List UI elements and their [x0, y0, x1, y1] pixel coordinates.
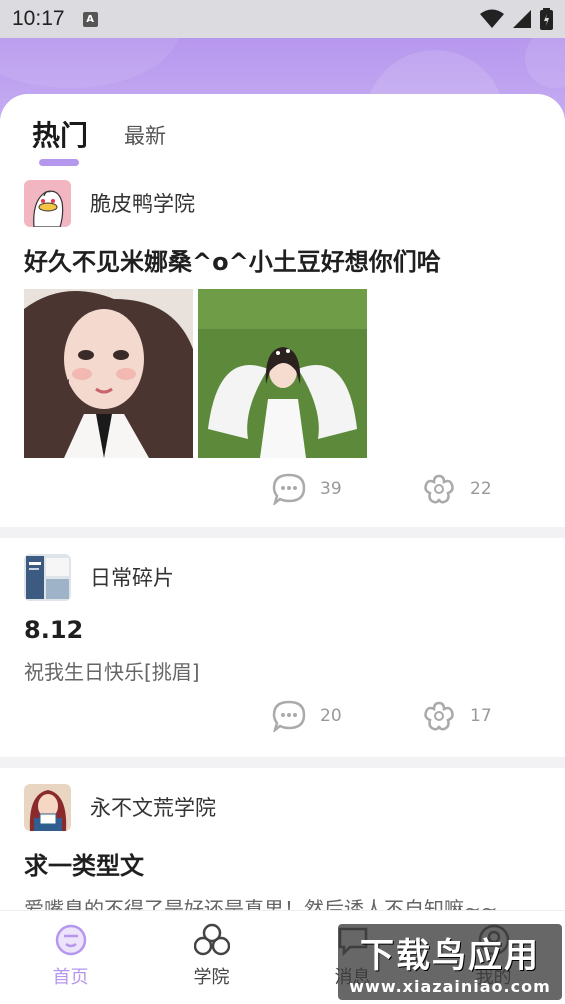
tab-latest-label: 最新: [124, 124, 167, 148]
comment-icon: [272, 700, 306, 732]
watermark-logo: 下载鸟应用 www.xiazainiao.com: [338, 924, 562, 1000]
post-card[interactable]: 日常碎片 8.12 祝我生日快乐[挑眉] 20 17: [0, 538, 565, 757]
post-divider: [0, 527, 565, 538]
like-button[interactable]: 22: [422, 473, 492, 505]
post-title: 求一类型文: [24, 852, 144, 880]
feed-tabs: 热门 最新: [0, 94, 565, 172]
like-count: 22: [470, 479, 492, 499]
author-name: 脆皮鸭学院: [90, 192, 195, 216]
watermark-title: 下载鸟应用: [360, 936, 540, 976]
comment-icon: [272, 473, 306, 505]
duck-avatar-icon: [24, 179, 71, 227]
tab-active-indicator: [39, 159, 79, 166]
cellular-signal-icon: [513, 10, 531, 28]
comment-count: 20: [320, 706, 342, 726]
post-actions: 20 17: [24, 685, 541, 747]
portrait-photo: [24, 289, 193, 458]
like-count: 17: [470, 706, 492, 726]
post-divider: [0, 757, 565, 768]
post-title: 好久不见米娜桑^o^小土豆好想你们哈: [24, 248, 441, 276]
notification-badge-icon: A: [82, 11, 98, 27]
post-title: 8.12: [24, 616, 84, 644]
post-actions: 39 22: [24, 458, 541, 520]
post-image[interactable]: [24, 289, 193, 458]
post-card[interactable]: 永不文荒学院 求一类型文 爱嘴臭的不得了是好还是真男！然后诱人不自知嘛~~: [0, 768, 565, 910]
comment-count: 39: [320, 479, 342, 499]
nav-home[interactable]: 首页: [0, 911, 141, 1004]
like-button[interactable]: 17: [422, 700, 492, 732]
feed-container: 热门 最新 脆皮鸭学院 好久不见米娜桑^o^小土豆好想你们哈 39 22 日常碎…: [0, 94, 565, 910]
tab-hot[interactable]: 热门: [32, 114, 89, 166]
comment-button[interactable]: 20: [272, 700, 342, 732]
post-images: [24, 289, 541, 458]
post-author[interactable]: 脆皮鸭学院: [24, 172, 541, 234]
nav-college[interactable]: 学院: [141, 911, 282, 1004]
post-author[interactable]: 永不文荒学院: [24, 776, 541, 838]
comment-button[interactable]: 39: [272, 473, 342, 505]
watermark-url: www.xiazainiao.com: [349, 977, 551, 996]
post-author[interactable]: 日常碎片: [24, 546, 541, 608]
nav-home-label: 首页: [52, 967, 89, 988]
author-avatar[interactable]: [24, 553, 71, 601]
status-time: 10:17: [12, 7, 65, 30]
post-body: 祝我生日快乐[挑眉]: [24, 660, 200, 684]
nav-college-label: 学院: [193, 967, 230, 988]
college-icon: [193, 923, 230, 956]
flower-like-icon: [424, 474, 454, 504]
home-face-icon: [55, 924, 86, 956]
battery-icon: [540, 8, 553, 30]
reading-girl-avatar-icon: [24, 783, 71, 831]
author-avatar[interactable]: [24, 179, 71, 227]
tab-latest[interactable]: 最新: [124, 120, 166, 150]
author-name: 日常碎片: [90, 566, 174, 590]
tab-hot-label: 热门: [32, 119, 89, 152]
status-bar: 10:17 A: [0, 0, 565, 38]
post-card[interactable]: 脆皮鸭学院 好久不见米娜桑^o^小土豆好想你们哈 39 22: [0, 172, 565, 527]
author-name: 永不文荒学院: [90, 796, 216, 820]
flower-like-icon: [424, 701, 454, 731]
magazine-avatar-icon: [24, 553, 71, 601]
post-body: 爱嘴臭的不得了是好还是真男！然后诱人不自知嘛~~: [24, 897, 498, 910]
angel-photo: [198, 289, 367, 458]
author-avatar[interactable]: [24, 783, 71, 831]
wifi-icon: [480, 9, 504, 28]
post-image[interactable]: [198, 289, 367, 458]
